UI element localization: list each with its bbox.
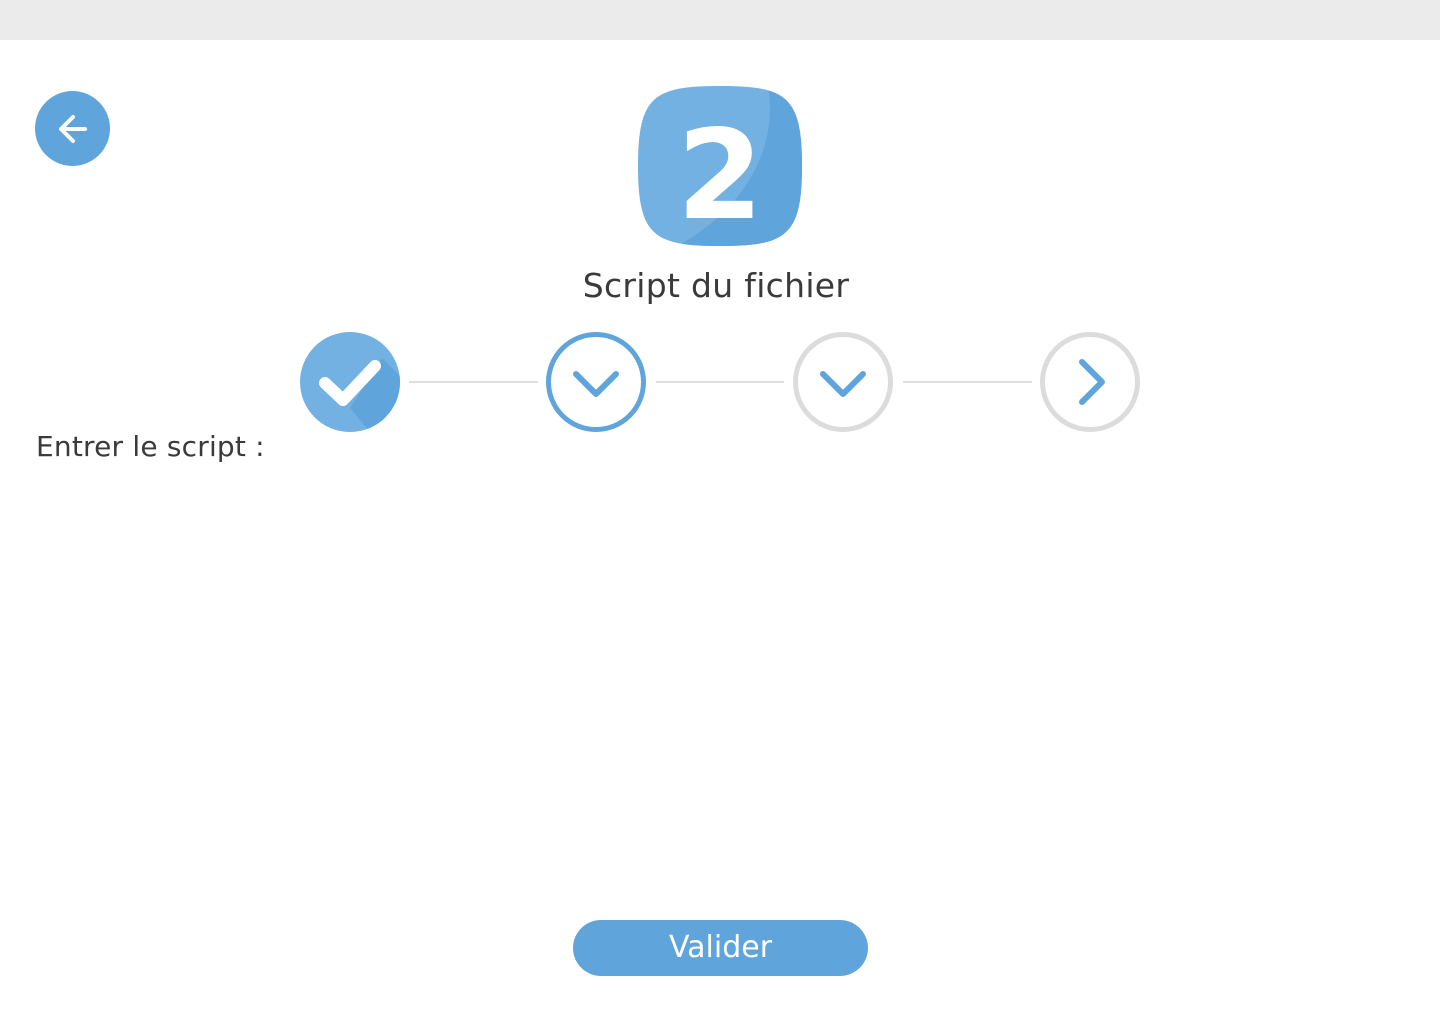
progress-stepper — [0, 330, 1440, 434]
arrow-left-icon — [58, 114, 87, 143]
script-input[interactable] — [36, 480, 1408, 884]
step-3-upcoming[interactable] — [793, 332, 893, 432]
step-4-upcoming[interactable] — [1040, 332, 1140, 432]
chevron-down-icon — [573, 371, 619, 397]
stepper-connector — [656, 381, 784, 383]
step-number-text: 2 — [677, 104, 763, 246]
script-label: Entrer le script : — [36, 430, 265, 463]
step-number-badge: 2 — [638, 86, 802, 246]
chevron-down-icon — [820, 371, 866, 397]
submit-button[interactable]: Valider — [573, 920, 868, 976]
stepper-connector — [903, 381, 1032, 383]
checkmark-icon — [300, 332, 400, 432]
page-title: Script du fichier — [582, 266, 850, 305]
top-bar — [0, 0, 1440, 40]
step-1-completed[interactable] — [300, 332, 400, 432]
page: 2 Script du fichier Entrer le script: V… — [0, 0, 1440, 1024]
chevron-right-icon — [1079, 359, 1105, 405]
step-2-current[interactable] — [546, 332, 646, 432]
stepper-connector — [409, 381, 538, 383]
back-button[interactable] — [35, 91, 110, 166]
